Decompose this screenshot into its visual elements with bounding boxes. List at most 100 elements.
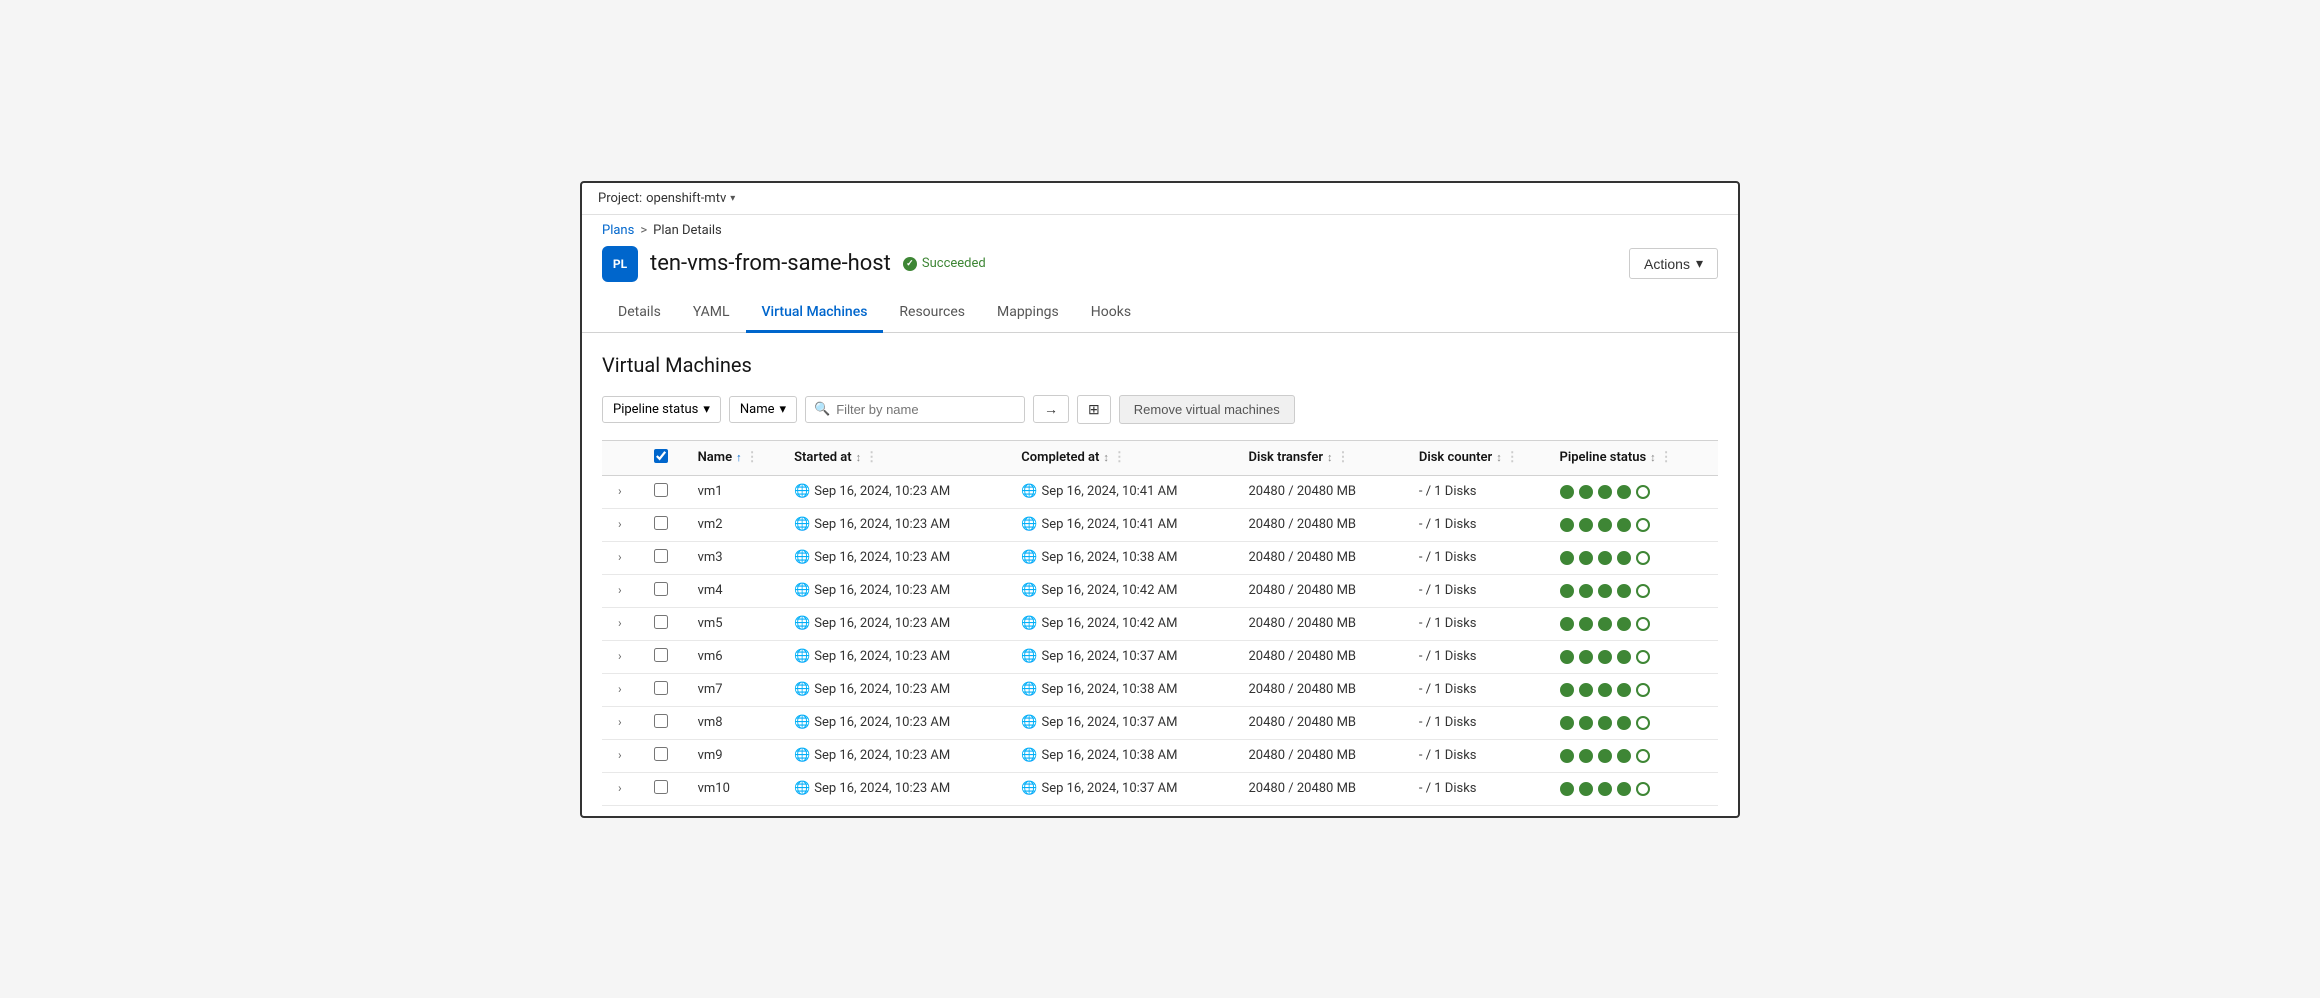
pipeline-dot-2	[1579, 683, 1593, 697]
row-checkbox-vm8[interactable]	[654, 714, 668, 728]
expand-icon[interactable]: ›	[614, 614, 626, 632]
tab-mappings[interactable]: Mappings	[981, 294, 1075, 333]
th-disk-transfer: Disk transfer ↕ ⋮	[1236, 440, 1406, 475]
expand-icon[interactable]: ›	[614, 581, 626, 599]
pipeline-dot-3	[1598, 617, 1612, 631]
pipeline-dots-vm10	[1560, 782, 1706, 796]
globe-icon: 🌐	[794, 682, 810, 697]
row-checkbox-cell-vm8	[642, 706, 685, 739]
row-checkbox-vm2[interactable]	[654, 516, 668, 530]
pipeline-dot-1	[1560, 650, 1574, 664]
pipeline-status-sort-icon[interactable]: ↕	[1650, 451, 1656, 464]
pipeline-dot-4	[1617, 782, 1631, 796]
project-dropdown[interactable]: openshift-mtv ▾	[646, 191, 735, 206]
row-checkbox-vm10[interactable]	[654, 780, 668, 794]
row-checkbox-vm1[interactable]	[654, 483, 668, 497]
row-checkbox-vm4[interactable]	[654, 582, 668, 596]
tab-virtual-machines[interactable]: Virtual Machines	[746, 294, 884, 333]
row-disk-transfer-vm1: 20480 / 20480 MB	[1236, 475, 1406, 508]
row-started-vm4: 🌐Sep 16, 2024, 10:23 AM	[782, 574, 1009, 607]
table-row: › vm3 🌐Sep 16, 2024, 10:23 AM 🌐Sep 16, 2…	[602, 541, 1718, 574]
pipeline-dots-vm7	[1560, 683, 1706, 697]
row-expand-vm4[interactable]: ›	[602, 574, 642, 607]
started-sort-icon[interactable]: ↕	[856, 451, 862, 464]
tab-hooks[interactable]: Hooks	[1075, 294, 1147, 333]
pipeline-dots-vm1	[1560, 485, 1706, 499]
row-pipeline-vm8	[1548, 706, 1718, 739]
pipeline-dot-3	[1598, 584, 1612, 598]
remove-vms-button[interactable]: Remove virtual machines	[1119, 395, 1295, 424]
row-expand-vm3[interactable]: ›	[602, 541, 642, 574]
tab-resources[interactable]: Resources	[883, 294, 981, 333]
name-filter-dropdown[interactable]: Name ▾	[729, 396, 797, 423]
globe-icon: 🌐	[1021, 781, 1037, 796]
row-expand-vm1[interactable]: ›	[602, 475, 642, 508]
globe-icon: 🌐	[794, 517, 810, 532]
row-disk-transfer-vm6: 20480 / 20480 MB	[1236, 640, 1406, 673]
disk-transfer-col-separator: ⋮	[1337, 450, 1350, 465]
row-checkbox-vm5[interactable]	[654, 615, 668, 629]
pipeline-dots-vm9	[1560, 749, 1706, 763]
name-sort-icon[interactable]: ↑	[736, 451, 742, 464]
row-expand-vm6[interactable]: ›	[602, 640, 642, 673]
completed-sort-icon[interactable]: ↕	[1103, 451, 1109, 464]
pipeline-dot-5	[1636, 716, 1650, 730]
expand-icon[interactable]: ›	[614, 647, 626, 665]
expand-icon[interactable]: ›	[614, 713, 626, 731]
row-name-vm4: vm4	[686, 574, 783, 607]
disk-counter-sort-icon[interactable]: ↕	[1496, 451, 1502, 464]
pipeline-dot-2	[1579, 650, 1593, 664]
pipeline-dot-5	[1636, 518, 1650, 532]
expand-icon[interactable]: ›	[614, 548, 626, 566]
row-checkbox-vm7[interactable]	[654, 681, 668, 695]
row-disk-counter-vm1: - / 1 Disks	[1407, 475, 1548, 508]
breadcrumb-plans-link[interactable]: Plans	[602, 223, 634, 238]
globe-icon: 🌐	[1021, 484, 1037, 499]
globe-icon: 🌐	[1021, 517, 1037, 532]
row-expand-vm5[interactable]: ›	[602, 607, 642, 640]
row-expand-vm7[interactable]: ›	[602, 673, 642, 706]
pipeline-dot-4	[1617, 551, 1631, 565]
row-disk-transfer-vm3: 20480 / 20480 MB	[1236, 541, 1406, 574]
row-expand-vm8[interactable]: ›	[602, 706, 642, 739]
tab-details[interactable]: Details	[602, 294, 677, 333]
row-completed-vm2: 🌐Sep 16, 2024, 10:41 AM	[1009, 508, 1236, 541]
pipeline-dot-1	[1560, 485, 1574, 499]
expand-icon[interactable]: ›	[614, 482, 626, 500]
row-checkbox-vm9[interactable]	[654, 747, 668, 761]
row-checkbox-vm3[interactable]	[654, 549, 668, 563]
row-pipeline-vm4	[1548, 574, 1718, 607]
search-submit-button[interactable]: →	[1033, 395, 1069, 423]
globe-icon: 🌐	[794, 649, 810, 664]
row-name-vm2: vm2	[686, 508, 783, 541]
table-row: › vm7 🌐Sep 16, 2024, 10:23 AM 🌐Sep 16, 2…	[602, 673, 1718, 706]
pipeline-dot-4	[1617, 485, 1631, 499]
actions-button[interactable]: Actions ▾	[1629, 248, 1718, 279]
expand-icon[interactable]: ›	[614, 515, 626, 533]
name-filter-chevron-icon: ▾	[780, 402, 787, 417]
select-all-checkbox[interactable]	[654, 449, 668, 463]
row-completed-vm7: 🌐Sep 16, 2024, 10:38 AM	[1009, 673, 1236, 706]
row-expand-vm10[interactable]: ›	[602, 772, 642, 805]
pipeline-status-filter[interactable]: Pipeline status ▾	[602, 396, 721, 423]
row-disk-transfer-vm10: 20480 / 20480 MB	[1236, 772, 1406, 805]
expand-icon[interactable]: ›	[614, 779, 626, 797]
tab-yaml[interactable]: YAML	[677, 294, 746, 333]
row-expand-vm2[interactable]: ›	[602, 508, 642, 541]
pipeline-dots-vm6	[1560, 650, 1706, 664]
section-title: Virtual Machines	[602, 353, 1718, 377]
row-pipeline-vm9	[1548, 739, 1718, 772]
project-name: openshift-mtv	[646, 191, 726, 206]
expand-icon[interactable]: ›	[614, 680, 626, 698]
pipeline-dots-vm3	[1560, 551, 1706, 565]
row-expand-vm9[interactable]: ›	[602, 739, 642, 772]
columns-toggle-button[interactable]: ⊞	[1077, 395, 1111, 424]
expand-icon[interactable]: ›	[614, 746, 626, 764]
row-completed-vm1: 🌐Sep 16, 2024, 10:41 AM	[1009, 475, 1236, 508]
disk-transfer-sort-icon[interactable]: ↕	[1327, 451, 1333, 464]
search-input[interactable]	[836, 397, 1016, 422]
row-disk-transfer-vm4: 20480 / 20480 MB	[1236, 574, 1406, 607]
row-checkbox-vm6[interactable]	[654, 648, 668, 662]
row-started-vm7: 🌐Sep 16, 2024, 10:23 AM	[782, 673, 1009, 706]
row-pipeline-vm3	[1548, 541, 1718, 574]
